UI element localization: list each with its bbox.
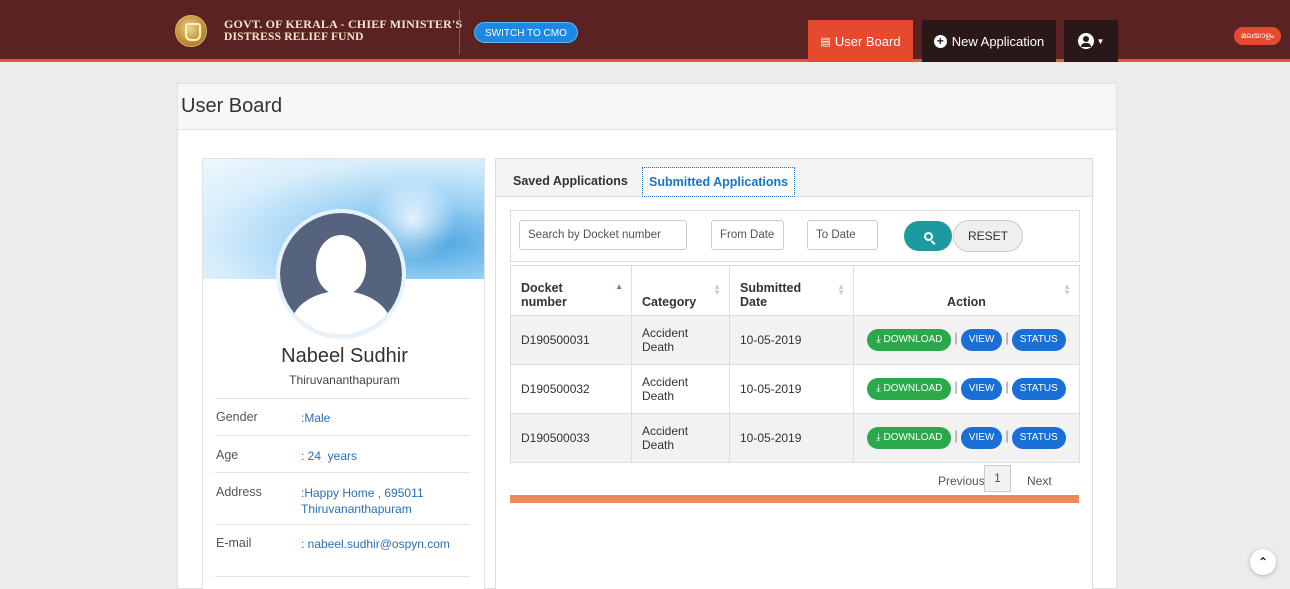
- view-button[interactable]: VIEW: [960, 427, 1003, 449]
- gender-value: :Male: [301, 411, 331, 425]
- tab-submitted-applications[interactable]: Submitted Applications: [642, 167, 796, 197]
- profile-row-gender: Gender :Male: [215, 398, 470, 435]
- view-button[interactable]: VIEW: [960, 378, 1003, 400]
- user-menu-dropdown[interactable]: ▼: [1064, 20, 1118, 62]
- view-button[interactable]: VIEW: [960, 329, 1003, 351]
- search-button[interactable]: [904, 221, 952, 251]
- status-button[interactable]: STATUS: [1011, 329, 1066, 351]
- profile-row-mobile: [215, 576, 470, 589]
- pagination-page-1[interactable]: 1: [984, 465, 1011, 492]
- sort-icon: ▲ ▼: [1063, 282, 1071, 297]
- download-button[interactable]: ⤓ DOWNLOAD: [867, 378, 952, 400]
- sort-icon: ▲ ▼: [837, 282, 845, 297]
- category-cell: Accident Death: [631, 364, 730, 414]
- col-docket-number[interactable]: Docket number ▲: [510, 265, 632, 316]
- brand-line1: GOVT. OF KERALA - CHIEF MINISTER'S: [224, 17, 463, 31]
- col-category[interactable]: Category ▲ ▼: [631, 265, 730, 316]
- profile-panel: Nabeel Sudhir Thiruvananthapuram Gender …: [202, 158, 485, 589]
- docket-cell: D190500032: [510, 364, 632, 414]
- download-icon: ⤓: [876, 432, 881, 443]
- action-cell: ⤓ DOWNLOAD | VIEW | STATUS: [853, 315, 1080, 365]
- profile-row-email: E-mail : nabeel.sudhir@ospyn.com: [215, 524, 470, 576]
- action-cell: ⤓ DOWNLOAD | VIEW | STATUS: [853, 364, 1080, 414]
- brand-line2: DISTRESS RELIEF FUND: [224, 31, 364, 43]
- status-button[interactable]: STATUS: [1011, 427, 1066, 449]
- date-cell: 10-05-2019: [729, 364, 854, 414]
- submitted-applications-table: Docket number ▲ Category ▲ ▼ Submitted Da…: [510, 265, 1080, 463]
- scroll-to-top-button[interactable]: ⌃: [1250, 549, 1276, 575]
- table-row: D190500031 Accident Death 10-05-2019 ⤓ D…: [510, 315, 1080, 365]
- table-header-row: Docket number ▲ Category ▲ ▼ Submitted Da…: [510, 265, 1080, 316]
- col-action[interactable]: Action ▲ ▼: [853, 265, 1080, 316]
- switch-to-cmo-button[interactable]: SWITCH TO CMO: [474, 22, 578, 43]
- docket-cell: D190500031: [510, 315, 632, 365]
- col-submitted-date[interactable]: Submitted Date ▲ ▼: [729, 265, 854, 316]
- download-button[interactable]: ⤓ DOWNLOAD: [867, 427, 952, 449]
- date-cell: 10-05-2019: [729, 413, 854, 463]
- address-label: Address: [216, 485, 262, 499]
- docket-search-input[interactable]: Search by Docket number: [519, 220, 687, 250]
- age-value: : 24 years: [301, 449, 358, 463]
- to-date-input[interactable]: To Date: [807, 220, 878, 250]
- brand-divider: [459, 10, 460, 54]
- age-label: Age: [216, 448, 239, 462]
- plus-circle-icon: +: [933, 34, 947, 48]
- gender-label: Gender: [216, 410, 258, 424]
- profile-row-age: Age : 24 years: [215, 435, 470, 472]
- email-label: E-mail: [216, 536, 252, 550]
- table-row: D190500033 Accident Death 10-05-2019 ⤓ D…: [510, 413, 1080, 463]
- table-row: D190500032 Accident Death 10-05-2019 ⤓ D…: [510, 364, 1080, 414]
- profile-row-address: Address :Happy Home , 695011 Thiruvanant…: [215, 472, 470, 524]
- search-filter-bar: Search by Docket number From Date To Dat…: [510, 210, 1080, 262]
- sort-asc-icon: ▲: [615, 282, 623, 291]
- bar-chart-icon: ▤: [820, 35, 831, 48]
- top-navbar: GOVT. OF KERALA - CHIEF MINISTER'S DISTR…: [0, 0, 1290, 62]
- download-icon: ⤓: [876, 334, 881, 345]
- reset-button[interactable]: RESET: [953, 220, 1023, 252]
- profile-city: Thiruvananthapuram: [289, 373, 400, 387]
- user-board-card: User Board Nabeel Sudhir Thiruvananthapu…: [177, 83, 1117, 589]
- tab-saved-applications[interactable]: Saved Applications: [507, 167, 634, 195]
- nav-new-application[interactable]: + New Application: [922, 20, 1056, 62]
- download-icon: ⤓: [876, 383, 881, 394]
- nav-user-board[interactable]: ▤ User Board: [808, 20, 913, 62]
- date-cell: 10-05-2019: [729, 315, 854, 365]
- brand-title: GOVT. OF KERALA - CHIEF MINISTER'S DISTR…: [224, 18, 462, 44]
- pagination-next[interactable]: Next: [1027, 474, 1052, 488]
- address-value: :Happy Home , 695011 Thiruvananthapuram: [301, 486, 424, 516]
- avatar: [276, 209, 406, 339]
- email-value: : nabeel.sudhir@ospyn.com: [301, 537, 450, 551]
- download-button[interactable]: ⤓ DOWNLOAD: [867, 329, 952, 351]
- table-footer-bar: [510, 495, 1079, 503]
- category-cell: Accident Death: [631, 413, 730, 463]
- nav-user-board-label: User Board: [834, 33, 901, 49]
- page-title: User Board: [178, 84, 1116, 130]
- from-date-input[interactable]: From Date: [711, 220, 784, 250]
- category-cell: Accident Death: [631, 315, 730, 365]
- search-icon: [923, 232, 935, 246]
- language-toggle-button[interactable]: മലയാളം: [1234, 27, 1281, 45]
- action-cell: ⤓ DOWNLOAD | VIEW | STATUS: [853, 413, 1080, 463]
- kerala-emblem-logo: [175, 15, 207, 47]
- sort-icon: ▲ ▼: [713, 282, 721, 297]
- status-button[interactable]: STATUS: [1011, 378, 1066, 400]
- profile-name: Nabeel Sudhir: [281, 345, 408, 367]
- docket-cell: D190500033: [510, 413, 632, 463]
- nav-new-application-label: New Application: [951, 33, 1045, 49]
- user-circle-icon: [1077, 33, 1094, 49]
- pagination-previous[interactable]: Previous: [938, 474, 985, 488]
- applications-panel: Saved Applications Submitted Application…: [495, 158, 1093, 589]
- applications-tabs: Saved Applications Submitted Application…: [496, 159, 1092, 197]
- caret-down-icon: ▼: [1096, 36, 1105, 46]
- chevron-up-icon: ⌃: [1257, 555, 1269, 569]
